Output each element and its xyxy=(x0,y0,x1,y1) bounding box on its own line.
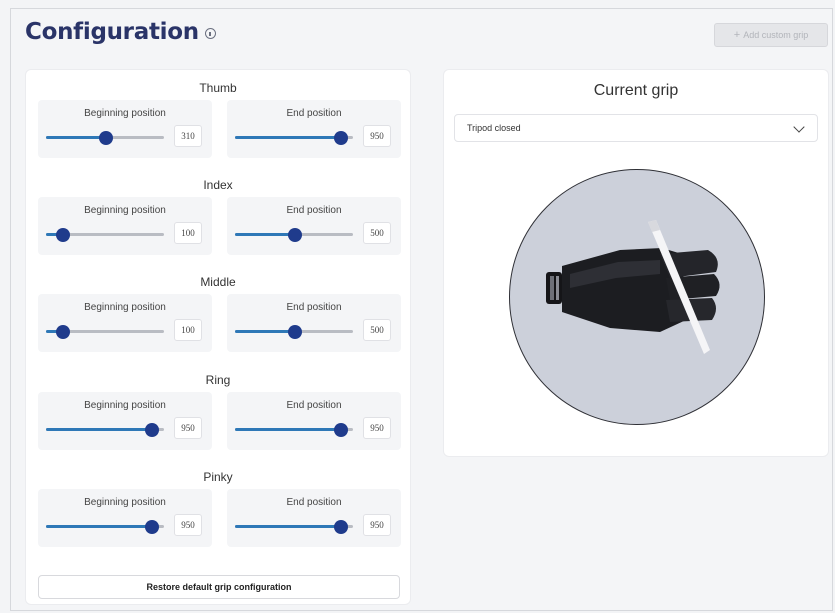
thumb-end-value[interactable]: 950 xyxy=(363,125,391,147)
index-begin-slider[interactable] xyxy=(46,227,164,242)
info-icon[interactable] xyxy=(204,28,216,39)
finger-title-ring: Ring xyxy=(205,373,231,387)
page-title-text: Configuration xyxy=(25,19,199,45)
slider-fill xyxy=(46,428,153,431)
ring-end-slider[interactable] xyxy=(235,422,353,437)
slider-fill xyxy=(235,233,296,236)
thumb-end-label: End position xyxy=(286,108,342,119)
add-custom-grip-button[interactable]: + Add custom grip xyxy=(714,23,828,47)
current-grip-panel: Current grip Tripod closed xyxy=(443,69,829,457)
slider-handle[interactable] xyxy=(145,422,160,437)
finger-config-panel: Thumb Beginning position 310 End positio… xyxy=(25,69,411,605)
index-begin-value[interactable]: 100 xyxy=(174,222,202,244)
index-begin-card: Beginning position 100 xyxy=(38,197,212,255)
finger-title-middle: Middle xyxy=(200,275,236,289)
ring-begin-value[interactable]: 950 xyxy=(174,417,202,439)
middle-end-label: End position xyxy=(286,302,342,313)
ring-end-label: End position xyxy=(286,400,342,411)
slider-handle[interactable] xyxy=(99,130,114,145)
index-end-value[interactable]: 500 xyxy=(363,222,391,244)
thumb-begin-card: Beginning position 310 xyxy=(38,100,212,158)
thumb-begin-label: Beginning position xyxy=(84,108,166,119)
middle-begin-label: Beginning position xyxy=(84,302,166,313)
slider-handle[interactable] xyxy=(55,324,70,339)
ring-end-value[interactable]: 950 xyxy=(363,417,391,439)
slider-fill xyxy=(235,136,342,139)
index-end-label: End position xyxy=(286,205,342,216)
slider-fill xyxy=(235,330,296,333)
slider-fill xyxy=(46,136,107,139)
grip-select[interactable]: Tripod closed xyxy=(454,114,818,142)
slider-fill xyxy=(235,525,342,528)
thumb-begin-value[interactable]: 310 xyxy=(174,125,202,147)
thumb-end-card: End position 950 xyxy=(227,100,401,158)
middle-begin-value[interactable]: 100 xyxy=(174,319,202,341)
index-begin-label: Beginning position xyxy=(84,205,166,216)
pinky-end-label: End position xyxy=(286,497,342,508)
add-custom-grip-label: Add custom grip xyxy=(743,30,809,40)
slider-fill xyxy=(235,428,342,431)
pinky-end-slider[interactable] xyxy=(235,519,353,534)
pinky-begin-label: Beginning position xyxy=(84,497,166,508)
slider-handle[interactable] xyxy=(55,227,70,242)
pinky-begin-card: Beginning position 950 xyxy=(38,489,212,547)
pinky-begin-value[interactable]: 950 xyxy=(174,514,202,536)
plus-icon: + xyxy=(733,29,741,41)
app-frame: Configuration + Add custom grip Thumb Be… xyxy=(10,8,833,611)
middle-end-card: End position 500 xyxy=(227,294,401,352)
slider-handle[interactable] xyxy=(145,519,160,534)
index-end-card: End position 500 xyxy=(227,197,401,255)
pinky-end-card: End position 950 xyxy=(227,489,401,547)
ring-end-card: End position 950 xyxy=(227,392,401,450)
current-grip-title: Current grip xyxy=(593,82,679,99)
slider-handle[interactable] xyxy=(288,324,303,339)
pinky-begin-slider[interactable] xyxy=(46,519,164,534)
grip-preview-circle xyxy=(509,169,765,425)
thumb-begin-slider[interactable] xyxy=(46,130,164,145)
finger-title-pinky: Pinky xyxy=(203,470,233,484)
middle-end-slider[interactable] xyxy=(235,324,353,339)
slider-handle[interactable] xyxy=(288,227,303,242)
slider-handle[interactable] xyxy=(334,130,349,145)
slider-fill xyxy=(46,525,153,528)
ring-begin-slider[interactable] xyxy=(46,422,164,437)
page-title: Configuration xyxy=(25,19,216,45)
ring-begin-label: Beginning position xyxy=(84,400,166,411)
middle-end-value[interactable]: 500 xyxy=(363,319,391,341)
finger-title-thumb: Thumb xyxy=(199,81,237,95)
thumb-end-slider[interactable] xyxy=(235,130,353,145)
ring-begin-card: Beginning position 950 xyxy=(38,392,212,450)
chevron-down-icon xyxy=(793,121,805,133)
slider-handle[interactable] xyxy=(334,422,349,437)
prosthetic-hand-icon xyxy=(546,220,720,354)
middle-begin-card: Beginning position 100 xyxy=(38,294,212,352)
middle-begin-slider[interactable] xyxy=(46,324,164,339)
pinky-end-value[interactable]: 950 xyxy=(363,514,391,536)
finger-title-index: Index xyxy=(203,178,233,192)
restore-default-button[interactable]: Restore default grip configuration xyxy=(38,575,400,599)
grip-select-value: Tripod closed xyxy=(467,123,521,133)
index-end-slider[interactable] xyxy=(235,227,353,242)
slider-handle[interactable] xyxy=(334,519,349,534)
